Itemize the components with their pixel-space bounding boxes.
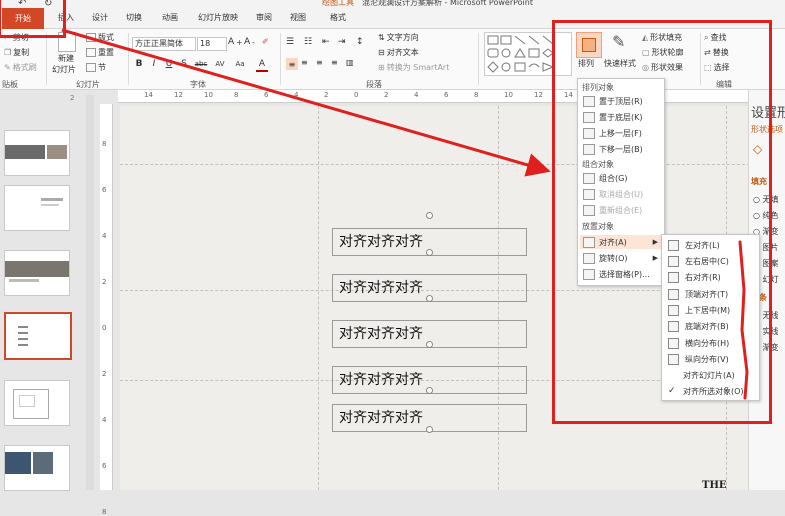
annotation-scribble [738,240,749,400]
annotation-overlay [61,28,749,400]
vruler-tick-label: 8 [102,508,107,516]
annotation-arrow [61,28,551,177]
